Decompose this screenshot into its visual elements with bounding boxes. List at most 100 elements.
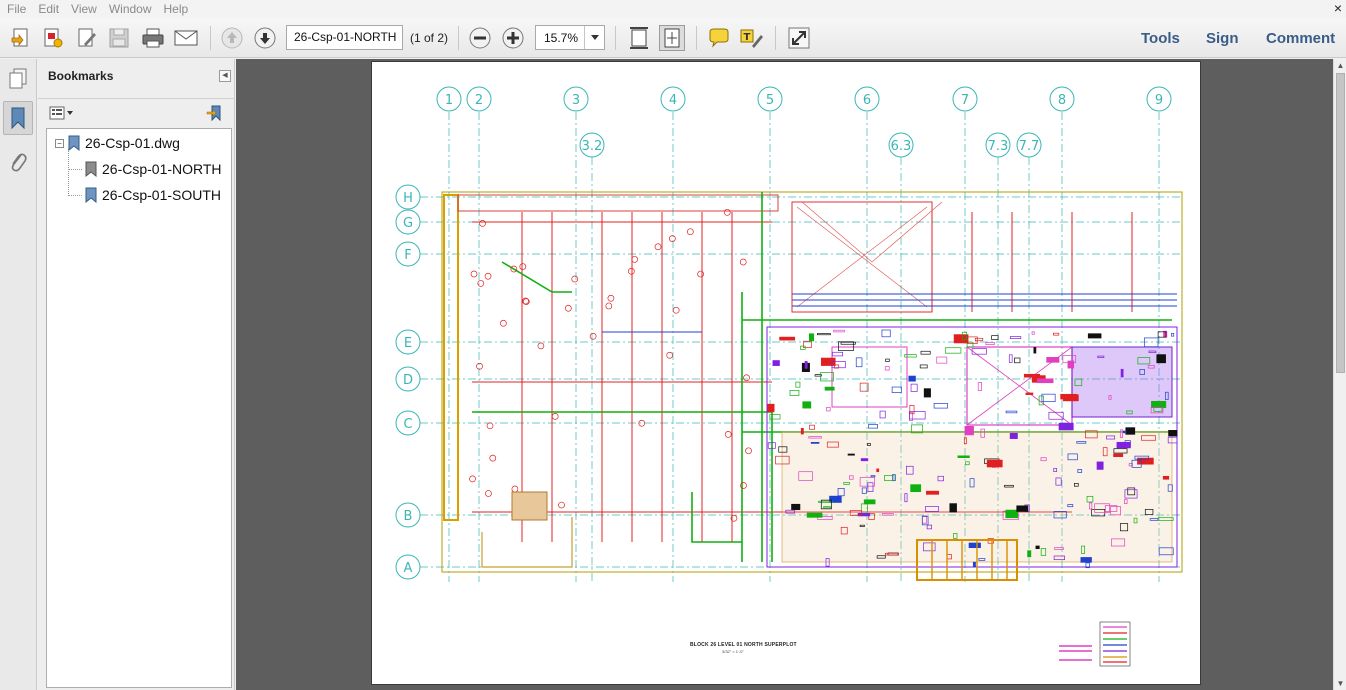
mep-component bbox=[1058, 422, 1074, 431]
email-button[interactable] bbox=[173, 25, 199, 51]
close-document-button[interactable]: × bbox=[1334, 0, 1342, 16]
scrolling-mode-button[interactable] bbox=[626, 25, 652, 51]
paperclip-icon bbox=[11, 153, 27, 172]
chevron-down-icon bbox=[590, 35, 599, 40]
mep-component bbox=[904, 354, 917, 358]
fit-page-button[interactable] bbox=[659, 25, 685, 51]
menu-view[interactable]: View bbox=[64, 1, 102, 17]
bookmark-options-button[interactable] bbox=[49, 104, 77, 122]
bookmarks-pane-button[interactable] bbox=[3, 101, 33, 135]
options-list-icon bbox=[49, 106, 73, 120]
scroll-up-icon[interactable]: ▲ bbox=[1334, 59, 1346, 72]
sprinkler-head bbox=[654, 243, 662, 251]
mep-component bbox=[1009, 432, 1018, 439]
mep-component bbox=[1113, 453, 1124, 457]
zoom-dropdown-button[interactable] bbox=[584, 26, 604, 49]
toolbar-separator bbox=[775, 26, 776, 50]
bookmark-root[interactable]: − 26-Csp-01.dwg bbox=[55, 132, 180, 154]
mep-component bbox=[806, 512, 823, 518]
add-sticky-note-button[interactable] bbox=[706, 25, 732, 51]
bookmarks-panel: Bookmarks ◀ − 26-Csp-01.dwg 26-Csp-01-NO… bbox=[38, 59, 235, 690]
expand-bookmark-button[interactable] bbox=[205, 104, 225, 122]
full-screen-button[interactable] bbox=[786, 25, 812, 51]
sprinkler-head bbox=[739, 258, 747, 266]
page-count-label: (1 of 2) bbox=[410, 31, 449, 45]
scroll-thumb[interactable] bbox=[1336, 73, 1345, 373]
bookmark-item-north[interactable]: 26-Csp-01-NORTH bbox=[85, 158, 222, 180]
attachments-pane-button[interactable] bbox=[3, 145, 33, 179]
plus-circle-icon bbox=[502, 27, 524, 49]
sprinkler-head bbox=[686, 228, 694, 236]
mep-component bbox=[1008, 354, 1013, 363]
drawing-scale: 3/32" = 1'-0" bbox=[722, 649, 744, 654]
bookmarks-panel-title: Bookmarks bbox=[48, 69, 114, 83]
sprinkler-head bbox=[666, 351, 674, 359]
ramp-hatch bbox=[796, 201, 943, 308]
mep-component bbox=[1031, 331, 1035, 335]
scroll-down-icon[interactable]: ▼ bbox=[1334, 677, 1346, 690]
speech-bubble-icon bbox=[709, 28, 729, 48]
zoom-level-select[interactable]: 15.7% bbox=[535, 25, 605, 50]
grid-bubble-row-C-label: C bbox=[403, 417, 412, 432]
cad-drawing: 1 2 3 4 5 6 7 8 9 3.2 6.3 7.3 7.7 HG F E D C B A bbox=[395, 86, 1183, 667]
mep-component bbox=[1120, 368, 1124, 378]
tools-pane-button[interactable]: Tools bbox=[1141, 30, 1180, 47]
mep-component bbox=[926, 490, 940, 495]
menu-window[interactable]: Window bbox=[102, 1, 157, 17]
mep-component bbox=[772, 360, 780, 366]
tree-connector bbox=[68, 149, 69, 196]
comment-pane-button[interactable]: Comment bbox=[1266, 30, 1335, 47]
pages-icon bbox=[9, 68, 27, 89]
mep-component bbox=[957, 455, 970, 458]
menu-edit[interactable]: Edit bbox=[31, 1, 64, 17]
mep-component bbox=[919, 364, 928, 369]
mep-component bbox=[833, 329, 845, 333]
grid-bubble-col-5-label: 5 bbox=[766, 93, 774, 108]
highlight-text-button[interactable]: T bbox=[739, 25, 765, 51]
mep-component bbox=[1067, 360, 1075, 369]
sprinkler-head bbox=[484, 272, 492, 280]
save-button[interactable] bbox=[106, 25, 132, 51]
mep-component bbox=[1171, 332, 1175, 337]
page-thumbnails-button[interactable] bbox=[3, 61, 33, 95]
vertical-scrollbar[interactable]: ▲ ▼ bbox=[1333, 59, 1346, 690]
mep-component bbox=[977, 382, 982, 391]
next-page-button[interactable] bbox=[252, 25, 278, 51]
document-viewport[interactable]: 1 2 3 4 5 6 7 8 9 3.2 6.3 7.3 7.7 H G F E D C B A bbox=[236, 59, 1333, 690]
mep-component bbox=[974, 337, 984, 342]
bookmark-expand-icon bbox=[206, 105, 221, 122]
bookmark-icon bbox=[85, 187, 97, 203]
sign-pane-button[interactable]: Sign bbox=[1206, 30, 1239, 47]
mep-component bbox=[991, 335, 999, 340]
sprinkler-head bbox=[631, 256, 639, 263]
bookmark-ribbon-icon bbox=[11, 107, 25, 130]
toolbar-separator bbox=[615, 26, 616, 50]
zoom-in-button[interactable] bbox=[500, 25, 526, 51]
combine-files-button[interactable] bbox=[40, 25, 66, 51]
building-plan-layer bbox=[441, 191, 1183, 667]
previous-page-button[interactable] bbox=[219, 25, 245, 51]
mep-component bbox=[1053, 332, 1060, 336]
zoom-out-button[interactable] bbox=[467, 25, 493, 51]
print-button[interactable] bbox=[140, 25, 166, 51]
sprinkler-head bbox=[500, 319, 507, 327]
grid-bubble-col-7-label: 7 bbox=[961, 93, 969, 108]
grid-bubble-row-E-label: E bbox=[404, 336, 412, 351]
menu-file[interactable]: File bbox=[0, 1, 31, 17]
bookmark-item-south[interactable]: 26-Csp-01-SOUTH bbox=[85, 184, 221, 206]
menu-help[interactable]: Help bbox=[157, 1, 194, 17]
mep-component bbox=[1116, 441, 1131, 449]
mep-component bbox=[953, 334, 969, 344]
collapse-toggle-icon[interactable]: − bbox=[55, 138, 64, 148]
grid-bubble-col-1-label: 1 bbox=[445, 93, 453, 108]
mep-component bbox=[1046, 357, 1060, 363]
create-pdf-button[interactable] bbox=[8, 25, 34, 51]
mep-component bbox=[860, 458, 869, 462]
navigation-pane bbox=[0, 59, 37, 690]
mep-component bbox=[802, 401, 812, 409]
collapse-panel-button[interactable]: ◀ bbox=[219, 70, 231, 82]
page-number-input[interactable]: 26-Csp-01-NORTH bbox=[286, 25, 403, 50]
edit-pdf-button[interactable] bbox=[74, 25, 100, 51]
legend-swatches bbox=[1103, 626, 1127, 663]
mep-component bbox=[838, 341, 854, 351]
